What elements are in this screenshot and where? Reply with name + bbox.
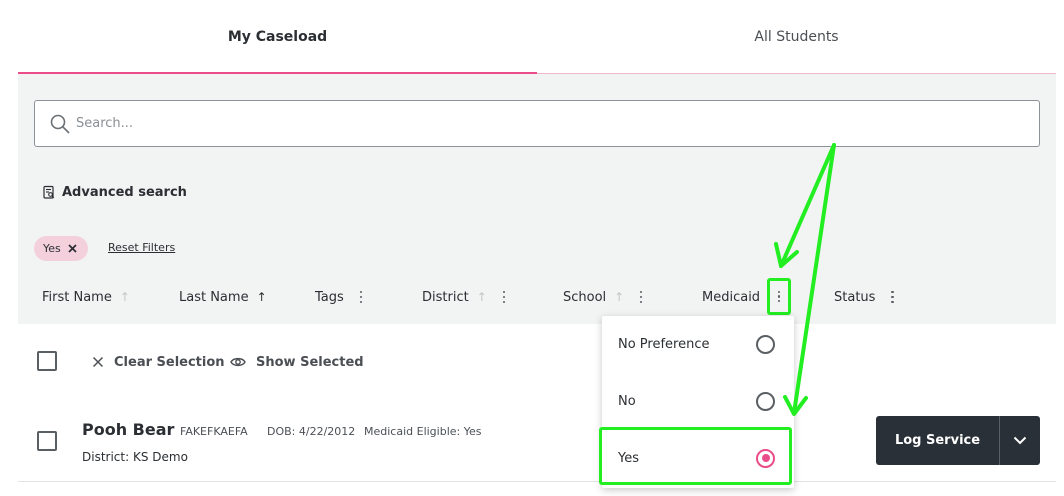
column-tags-label: Tags (315, 289, 344, 305)
show-selected-label: Show Selected (256, 354, 364, 370)
filter-chip-label: Yes (43, 242, 61, 255)
column-status-label: Status (834, 289, 876, 305)
row-divider (18, 481, 1056, 482)
eye-icon (230, 357, 246, 367)
option-no[interactable]: No (602, 373, 794, 429)
student-medicaid: Medicaid Eligible: Yes (364, 425, 482, 438)
tab-my-caseload[interactable]: My Caseload (18, 0, 537, 74)
sort-up-arrow-icon[interactable]: ↑ (120, 290, 130, 304)
sort-up-arrow-icon[interactable]: ↑ (477, 290, 487, 304)
kebab-menu-icon[interactable] (499, 291, 509, 303)
option-no-preference[interactable]: No Preference (602, 316, 794, 372)
tab-all-students-label: All Students (754, 29, 839, 45)
option-yes[interactable]: Yes (602, 430, 794, 486)
option-label: No Preference (618, 336, 710, 352)
advanced-search-label: Advanced search (62, 184, 187, 200)
column-school-label: School (563, 289, 607, 305)
column-first-name-label: First Name (42, 289, 112, 305)
column-header-district[interactable]: District ↑ (422, 288, 509, 306)
sort-up-arrow-icon[interactable]: ↑ (257, 290, 267, 304)
kebab-menu-icon[interactable] (774, 290, 784, 303)
search-icon (50, 114, 70, 134)
log-service-split-button: Log Service (876, 416, 1040, 465)
filter-chip-yes[interactable]: Yes (34, 236, 88, 261)
student-id: FAKEFKAEFA (180, 425, 248, 438)
option-label: Yes (618, 450, 639, 466)
student-dob: DOB: 4/22/2012 (267, 425, 356, 438)
student-district: District: KS Demo (82, 450, 188, 464)
clear-selection-label: Clear Selection (114, 354, 225, 370)
select-all-checkbox[interactable] (37, 351, 57, 371)
column-header-tags[interactable]: Tags (315, 288, 366, 306)
student-name[interactable]: Pooh Bear (82, 420, 174, 439)
close-x-icon (92, 356, 104, 368)
tab-bar: My Caseload All Students (18, 0, 1056, 74)
radio-icon[interactable] (756, 334, 775, 354)
column-last-name-label: Last Name (179, 289, 249, 305)
radio-icon[interactable] (756, 448, 775, 468)
column-header-first-name[interactable]: First Name ↑ (42, 288, 130, 306)
chevron-down-icon (1013, 436, 1027, 445)
advanced-search-link[interactable]: Advanced search (43, 183, 187, 201)
district-value: KS Demo (132, 450, 188, 464)
column-header-last-name[interactable]: Last Name ↑ (179, 288, 267, 306)
search-box[interactable] (34, 100, 1040, 147)
column-district-label: District (422, 289, 469, 305)
tab-all-students[interactable]: All Students (537, 0, 1056, 74)
column-header-status[interactable]: Status (834, 288, 897, 306)
medicaid-filter-menu: No Preference No Yes (602, 316, 794, 488)
show-selected-button[interactable]: Show Selected (230, 353, 364, 371)
kebab-menu-icon[interactable] (887, 291, 897, 303)
sort-up-arrow-icon[interactable]: ↑ (614, 290, 624, 304)
row-checkbox[interactable] (37, 431, 57, 451)
search-input[interactable] (76, 101, 1016, 146)
clear-selection-button[interactable]: Clear Selection (92, 353, 225, 371)
column-header-school[interactable]: School ↑ (563, 288, 646, 306)
log-service-label: Log Service (894, 433, 981, 448)
column-medicaid-label: Medicaid (702, 289, 761, 305)
kebab-menu-icon[interactable] (356, 291, 366, 303)
radio-icon[interactable] (756, 391, 775, 411)
log-service-dropdown-button[interactable] (1000, 416, 1040, 465)
reset-filters-link[interactable]: Reset Filters (108, 241, 175, 254)
column-header-medicaid[interactable]: Medicaid (702, 288, 760, 306)
tab-my-caseload-label: My Caseload (227, 29, 328, 45)
close-icon[interactable] (66, 242, 79, 255)
log-service-button[interactable]: Log Service (876, 416, 999, 465)
option-label: No (618, 393, 636, 409)
clipboard-search-icon (43, 185, 55, 199)
district-label: District: (82, 450, 130, 464)
kebab-menu-icon[interactable] (636, 291, 646, 303)
medicaid-column-menu-button[interactable] (767, 278, 791, 315)
